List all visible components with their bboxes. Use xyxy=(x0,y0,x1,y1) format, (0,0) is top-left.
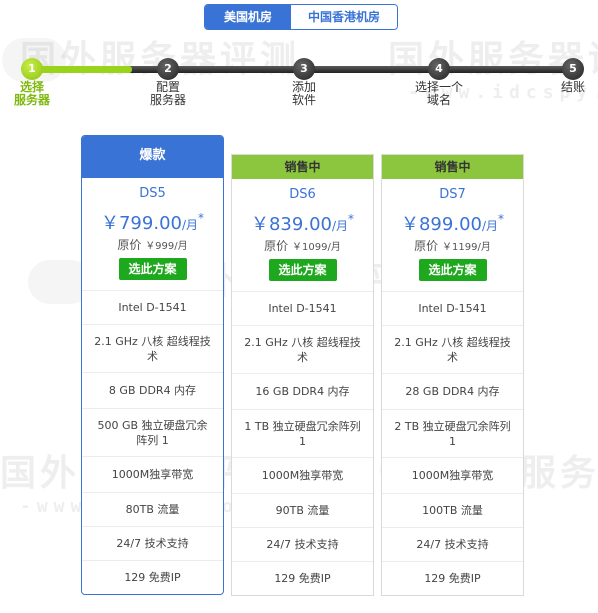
feature-support: 24/7 技术支持 xyxy=(382,527,523,561)
feature-support: 24/7 技术支持 xyxy=(82,526,223,560)
region-tabs: 美国机房 中国香港机房 xyxy=(204,4,398,30)
price-unit: /月 xyxy=(181,218,199,232)
currency-symbol: ￥ xyxy=(250,214,269,235)
currency-symbol: ￥ xyxy=(100,213,119,234)
price-asterisk: * xyxy=(498,212,505,226)
plan-card-ds6: 销售中 DS6 ￥839.00/月* 原价 ￥1099/月 选此方案 Intel… xyxy=(231,154,374,596)
step-3-label[interactable]: 添加 软件 xyxy=(282,81,326,107)
plan-name: DS7 xyxy=(439,187,466,202)
original-price-label: 原价 xyxy=(117,238,142,252)
step-4-label[interactable]: 选择一个 域名 xyxy=(407,81,471,107)
original-price: 原价 ￥1099/月 xyxy=(232,237,373,253)
step-5-dot[interactable]: 5 xyxy=(562,58,584,80)
step-1-dot[interactable]: 1 xyxy=(21,58,43,80)
original-price-value: ￥1199/月 xyxy=(442,242,491,253)
plan-name: DS6 xyxy=(289,187,316,202)
price-value: 899.00 xyxy=(418,214,482,235)
price-asterisk: * xyxy=(348,212,355,226)
feature-ip: 129 免费IP xyxy=(82,560,223,594)
price-asterisk: * xyxy=(198,211,205,225)
progress-track-completed xyxy=(32,66,132,73)
tab-hk-datacenter[interactable]: 中国香港机房 xyxy=(291,5,397,29)
original-price-label: 原价 xyxy=(264,239,289,253)
plan-badge: 销售中 xyxy=(382,155,523,179)
feature-storage: 1 TB 独立硬盘冗余阵列 1 xyxy=(232,409,373,457)
feature-traffic: 90TB 流量 xyxy=(232,493,373,527)
feature-bandwidth: 1000M独享带宽 xyxy=(382,457,523,493)
step-3-dot[interactable]: 3 xyxy=(293,58,315,80)
feature-storage: 2 TB 独立硬盘冗余阵列 1 xyxy=(382,409,523,457)
feature-storage: 500 GB 独立硬盘冗余阵列 1 xyxy=(82,408,223,456)
feature-ip: 129 免费IP xyxy=(232,561,373,595)
step-4-dot[interactable]: 4 xyxy=(428,58,450,80)
original-price-value: ￥999/月 xyxy=(145,241,188,252)
feature-cpu: Intel D-1541 xyxy=(382,291,523,325)
plan-price: ￥799.00/月* xyxy=(82,209,223,234)
step-5-label[interactable]: 结账 xyxy=(551,81,595,94)
plan-badge: 爆款 xyxy=(82,136,223,178)
plan-badge: 销售中 xyxy=(232,155,373,179)
feature-cores: 2.1 GHz 八核 超线程技术 xyxy=(382,325,523,373)
original-price: 原价 ￥1199/月 xyxy=(382,237,523,253)
price-value: 839.00 xyxy=(268,214,332,235)
plan-card-ds5: 爆款 DS5 ￥799.00/月* 原价 ￥999/月 选此方案 Intel D… xyxy=(81,135,224,595)
feature-memory: 8 GB DDR4 内存 xyxy=(82,372,223,408)
plan-card-ds7: 销售中 DS7 ￥899.00/月* 原价 ￥1199/月 选此方案 Intel… xyxy=(381,154,524,596)
original-price-label: 原价 xyxy=(414,239,439,253)
currency-symbol: ￥ xyxy=(400,214,419,235)
feature-cores: 2.1 GHz 八核 超线程技术 xyxy=(232,325,373,373)
step-2-label[interactable]: 配置 服务器 xyxy=(146,81,190,107)
step-2-dot[interactable]: 2 xyxy=(157,58,179,80)
tab-us-datacenter[interactable]: 美国机房 xyxy=(205,5,291,29)
plan-price: ￥839.00/月* xyxy=(232,210,373,235)
step-1-label[interactable]: 选择 服务器 xyxy=(10,81,54,107)
feature-support: 24/7 技术支持 xyxy=(232,527,373,561)
price-unit: /月 xyxy=(331,219,349,233)
select-plan-button[interactable]: 选此方案 xyxy=(418,259,487,281)
price-value: 799.00 xyxy=(118,213,182,234)
feature-traffic: 80TB 流量 xyxy=(82,492,223,526)
original-price: 原价 ￥999/月 xyxy=(82,236,223,252)
feature-cores: 2.1 GHz 八核 超线程技术 xyxy=(82,324,223,372)
select-plan-button[interactable]: 选此方案 xyxy=(118,258,187,280)
select-plan-button[interactable]: 选此方案 xyxy=(268,259,337,281)
price-unit: /月 xyxy=(481,219,499,233)
feature-ip: 129 免费IP xyxy=(382,561,523,595)
feature-cpu: Intel D-1541 xyxy=(82,290,223,324)
plan-name: DS5 xyxy=(139,186,166,201)
feature-bandwidth: 1000M独享带宽 xyxy=(82,456,223,492)
feature-memory: 28 GB DDR4 内存 xyxy=(382,373,523,409)
plan-price: ￥899.00/月* xyxy=(382,210,523,235)
feature-bandwidth: 1000M独享带宽 xyxy=(232,457,373,493)
feature-memory: 16 GB DDR4 内存 xyxy=(232,373,373,409)
original-price-value: ￥1099/月 xyxy=(292,242,341,253)
feature-traffic: 100TB 流量 xyxy=(382,493,523,527)
feature-cpu: Intel D-1541 xyxy=(232,291,373,325)
